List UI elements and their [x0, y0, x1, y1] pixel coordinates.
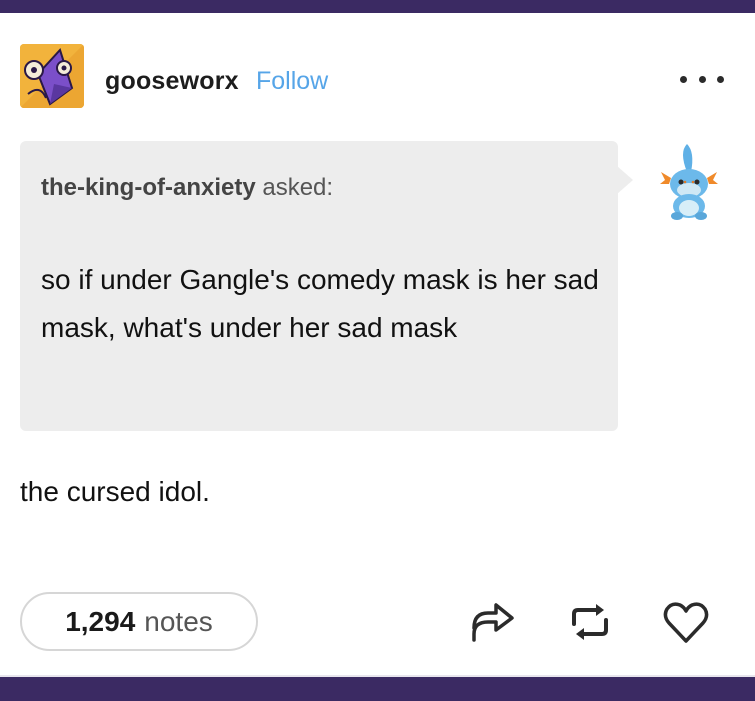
ask-bubble-tail — [617, 166, 633, 194]
notes-button[interactable]: 1,294 notes — [20, 592, 258, 651]
more-dot — [717, 75, 724, 83]
top-border-bar — [0, 0, 755, 13]
notes-label: notes — [144, 605, 213, 637]
bottom-border-bar — [0, 677, 755, 701]
share-icon — [472, 603, 514, 642]
reblog-icon — [572, 604, 608, 640]
mudkip-plush-avatar — [660, 144, 718, 220]
notes-count: 1,294 — [65, 605, 136, 637]
asker-username[interactable]: the-king-of-anxiety — [41, 174, 256, 201]
more-dot — [698, 75, 706, 83]
author-username[interactable]: gooseworx — [105, 67, 239, 96]
asker-line: the-king-of-anxiety asked: — [41, 174, 333, 202]
more-options-button[interactable] — [680, 66, 724, 92]
ask-question: so if under Gangle's comedy mask is her … — [41, 264, 599, 343]
reblog-button[interactable] — [566, 600, 614, 644]
tumblr-post-frame: gooseworx Follow the-king-of-anxiety ask… — [0, 0, 755, 701]
author-avatar[interactable] — [20, 44, 84, 108]
asked-label: asked: — [262, 174, 334, 201]
heart-icon — [663, 602, 709, 643]
share-button[interactable] — [468, 600, 516, 644]
asker-avatar[interactable] — [659, 142, 719, 220]
avatar-image — [20, 44, 84, 108]
follow-button[interactable]: Follow — [256, 67, 328, 96]
answer-text: the cursed idol. — [20, 476, 210, 507]
more-horizontal-icon — [680, 75, 687, 83]
like-button[interactable] — [662, 600, 710, 644]
